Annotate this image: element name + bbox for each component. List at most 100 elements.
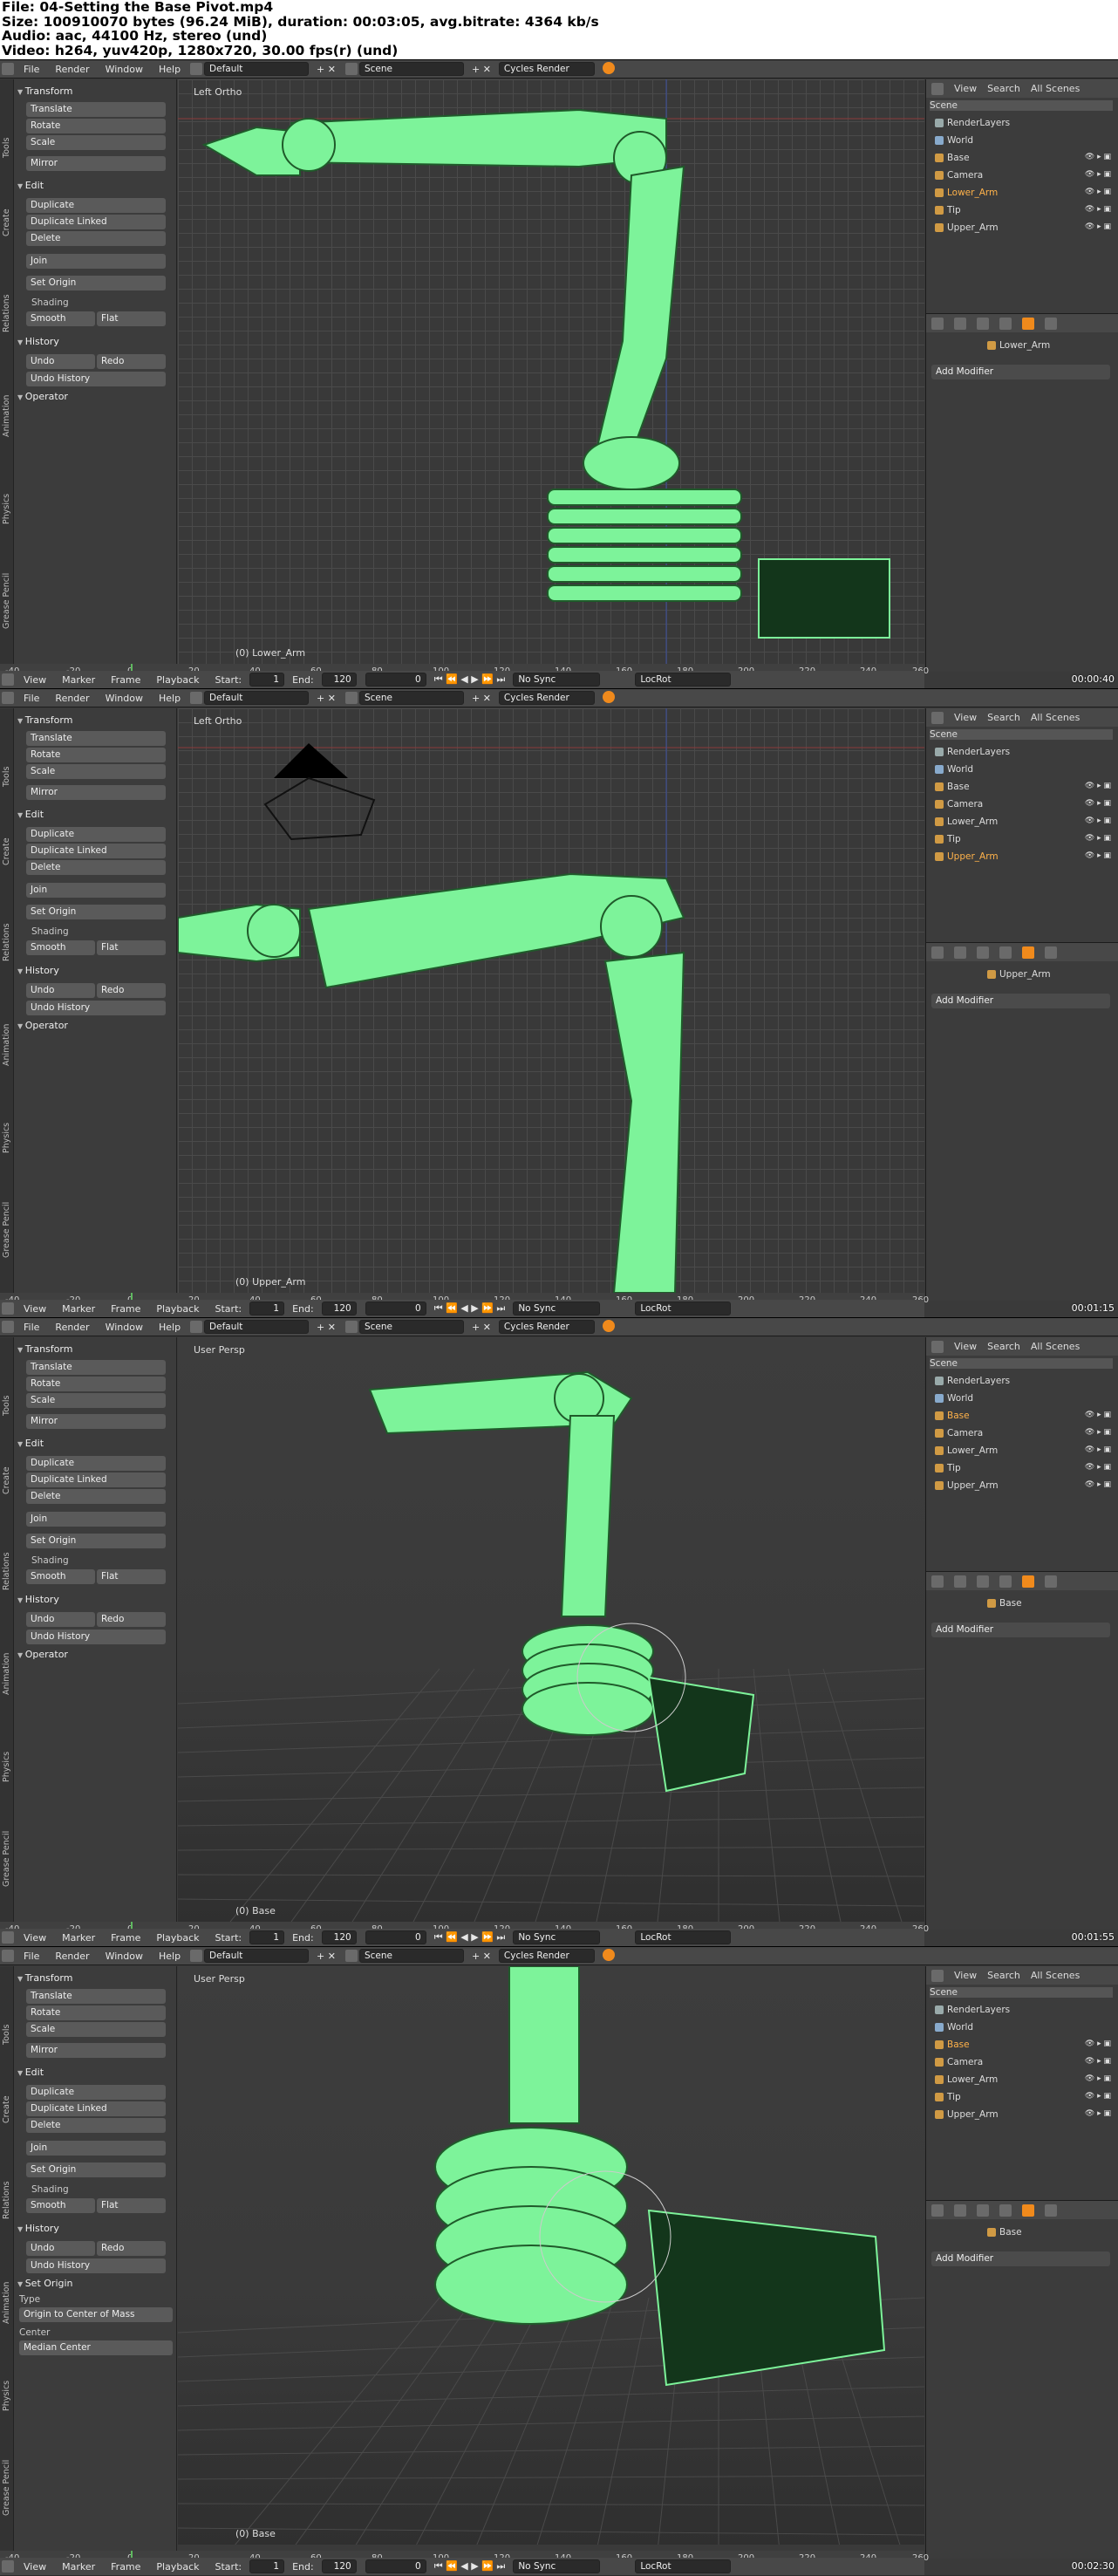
rotate-button[interactable]: Rotate: [26, 748, 166, 762]
lower-arm[interactable]: [508, 1966, 580, 2124]
timeline-editor-icon[interactable]: [2, 1302, 14, 1315]
flat-button[interactable]: Flat: [97, 2198, 166, 2213]
outliner-object[interactable]: Lower_Arm: [935, 817, 998, 827]
outliner-view-menu[interactable]: View: [954, 712, 977, 723]
outliner-object[interactable]: Base: [935, 1411, 970, 1421]
object-tab-icon[interactable]: [999, 2204, 1012, 2217]
flat-button[interactable]: Flat: [97, 1569, 166, 1584]
duplicate-button[interactable]: Duplicate: [26, 827, 166, 842]
current-frame-field[interactable]: 0: [365, 1930, 426, 1944]
scale-button[interactable]: Scale: [26, 135, 166, 150]
add-scene-icon[interactable]: + ✕: [464, 1951, 499, 1962]
menu-file[interactable]: File: [16, 693, 47, 704]
end-field[interactable]: 120: [321, 2559, 357, 2573]
tab-relations[interactable]: Relations: [2, 294, 11, 332]
scene-tab-icon[interactable]: [977, 1575, 989, 1588]
start-field[interactable]: 1: [249, 1302, 285, 1315]
end-field[interactable]: 120: [321, 1930, 357, 1944]
outliner-object[interactable]: Lower_Arm: [935, 1445, 998, 1456]
panel-edit[interactable]: Edit: [17, 2065, 44, 2080]
undo-history-button[interactable]: Undo History: [26, 2258, 166, 2273]
current-frame-field[interactable]: 0: [365, 2559, 426, 2573]
lower-arm[interactable]: [595, 165, 685, 456]
outliner-object[interactable]: Lower_Arm: [935, 2074, 998, 2085]
start-field[interactable]: 1: [249, 1930, 285, 1944]
visibility-icon[interactable]: 👁 ▸ ▣: [1085, 1445, 1111, 1454]
menu-window[interactable]: Window: [98, 1322, 151, 1333]
sync-dropdown[interactable]: No Sync: [513, 2559, 601, 2573]
keying-set-field[interactable]: LocRot: [635, 2559, 732, 2573]
visibility-icon[interactable]: 👁 ▸ ▣: [1085, 2040, 1111, 2048]
material-tab-icon[interactable]: [1045, 946, 1057, 959]
duplicate-linked-button[interactable]: Duplicate Linked: [26, 2101, 166, 2116]
material-tab-icon[interactable]: [1045, 2204, 1057, 2217]
visibility-icon[interactable]: 👁 ▸ ▣: [1085, 188, 1111, 196]
outliner-all-scenes[interactable]: All Scenes: [1031, 1970, 1080, 1981]
render-tab-icon[interactable]: [954, 946, 966, 959]
outliner-renderlayers[interactable]: RenderLayers: [935, 747, 1010, 757]
timeline-marker-menu[interactable]: Marker: [54, 1932, 103, 1944]
add-scene-icon[interactable]: + ✕: [464, 1322, 499, 1333]
visibility-icon[interactable]: 👁 ▸ ▣: [1085, 2074, 1111, 2083]
robot-arm-model[interactable]: [178, 1337, 924, 1922]
timeline-marker-menu[interactable]: Marker: [54, 2561, 103, 2573]
set-origin-button[interactable]: Set Origin: [26, 2163, 166, 2177]
menu-render[interactable]: Render: [47, 1951, 97, 1962]
outliner-icon[interactable]: [931, 1340, 944, 1353]
menu-file[interactable]: File: [16, 1951, 47, 1962]
panel-history[interactable]: History: [17, 1592, 59, 1607]
base-ring[interactable]: [547, 546, 742, 564]
layout-dropdown[interactable]: Default: [204, 691, 310, 705]
tab-tools[interactable]: Tools: [2, 2025, 11, 2045]
properties-icon[interactable]: [931, 1575, 944, 1588]
menu-render[interactable]: Render: [47, 64, 97, 75]
base-ring[interactable]: [547, 508, 742, 525]
lower-arm[interactable]: [603, 951, 685, 1293]
scene-tab-icon[interactable]: [977, 946, 989, 959]
elbow-joint[interactable]: [600, 895, 663, 958]
outliner-all-scenes[interactable]: All Scenes: [1031, 712, 1080, 723]
scene-dropdown[interactable]: Scene: [358, 1949, 464, 1963]
editor-type-icon[interactable]: [2, 1950, 14, 1962]
start-field[interactable]: 1: [249, 2559, 285, 2573]
mirror-button[interactable]: Mirror: [26, 2043, 166, 2058]
render-engine-dropdown[interactable]: Cycles Render: [498, 691, 595, 705]
outliner-object[interactable]: Camera: [935, 1428, 983, 1438]
base-dome[interactable]: [583, 436, 680, 490]
outliner-scene[interactable]: Scene: [930, 1987, 1113, 1998]
visibility-icon[interactable]: 👁 ▸ ▣: [1085, 2057, 1111, 2066]
outliner-object[interactable]: Tip: [935, 2092, 961, 2102]
scene-tab-icon[interactable]: [977, 317, 989, 330]
menu-window[interactable]: Window: [98, 1951, 151, 1962]
duplicate-button[interactable]: Duplicate: [26, 198, 166, 213]
duplicate-linked-button[interactable]: Duplicate Linked: [26, 215, 166, 229]
visibility-icon[interactable]: 👁 ▸ ▣: [1085, 222, 1111, 231]
render-tab-icon[interactable]: [954, 1575, 966, 1588]
3d-viewport[interactable]: Left Ortho (0) Upper_Arm: [178, 708, 924, 1293]
tab-tools[interactable]: Tools: [2, 767, 11, 787]
visibility-icon[interactable]: 👁 ▸ ▣: [1085, 170, 1111, 179]
outliner-object[interactable]: Camera: [935, 799, 983, 810]
visibility-icon[interactable]: 👁 ▸ ▣: [1085, 817, 1111, 825]
add-modifier-dropdown[interactable]: Add Modifier: [931, 994, 1110, 1008]
panel-operator[interactable]: Operator: [17, 1018, 68, 1033]
tab-relations[interactable]: Relations: [2, 2181, 11, 2219]
translate-button[interactable]: Translate: [26, 1989, 166, 2004]
flat-button[interactable]: Flat: [97, 311, 166, 326]
end-field[interactable]: 120: [321, 673, 357, 687]
outliner-icon[interactable]: [931, 711, 944, 724]
scene-tab-icon[interactable]: [977, 2204, 989, 2217]
tab-grease-pencil[interactable]: Grease Pencil: [2, 1831, 11, 1887]
smooth-button[interactable]: Smooth: [26, 311, 95, 326]
tab-tools[interactable]: Tools: [2, 138, 11, 158]
menu-render[interactable]: Render: [47, 693, 97, 704]
tab-grease-pencil[interactable]: Grease Pencil: [2, 573, 11, 629]
scale-button[interactable]: Scale: [26, 1393, 166, 1408]
wrist-joint[interactable]: [247, 904, 301, 958]
outliner-view-menu[interactable]: View: [954, 83, 977, 94]
translate-button[interactable]: Translate: [26, 1360, 166, 1375]
visibility-icon[interactable]: 👁 ▸ ▣: [1085, 1428, 1111, 1437]
rotate-button[interactable]: Rotate: [26, 119, 166, 133]
3d-viewport[interactable]: User Persp (0) Base: [178, 1966, 924, 2545]
menu-window[interactable]: Window: [98, 64, 151, 75]
